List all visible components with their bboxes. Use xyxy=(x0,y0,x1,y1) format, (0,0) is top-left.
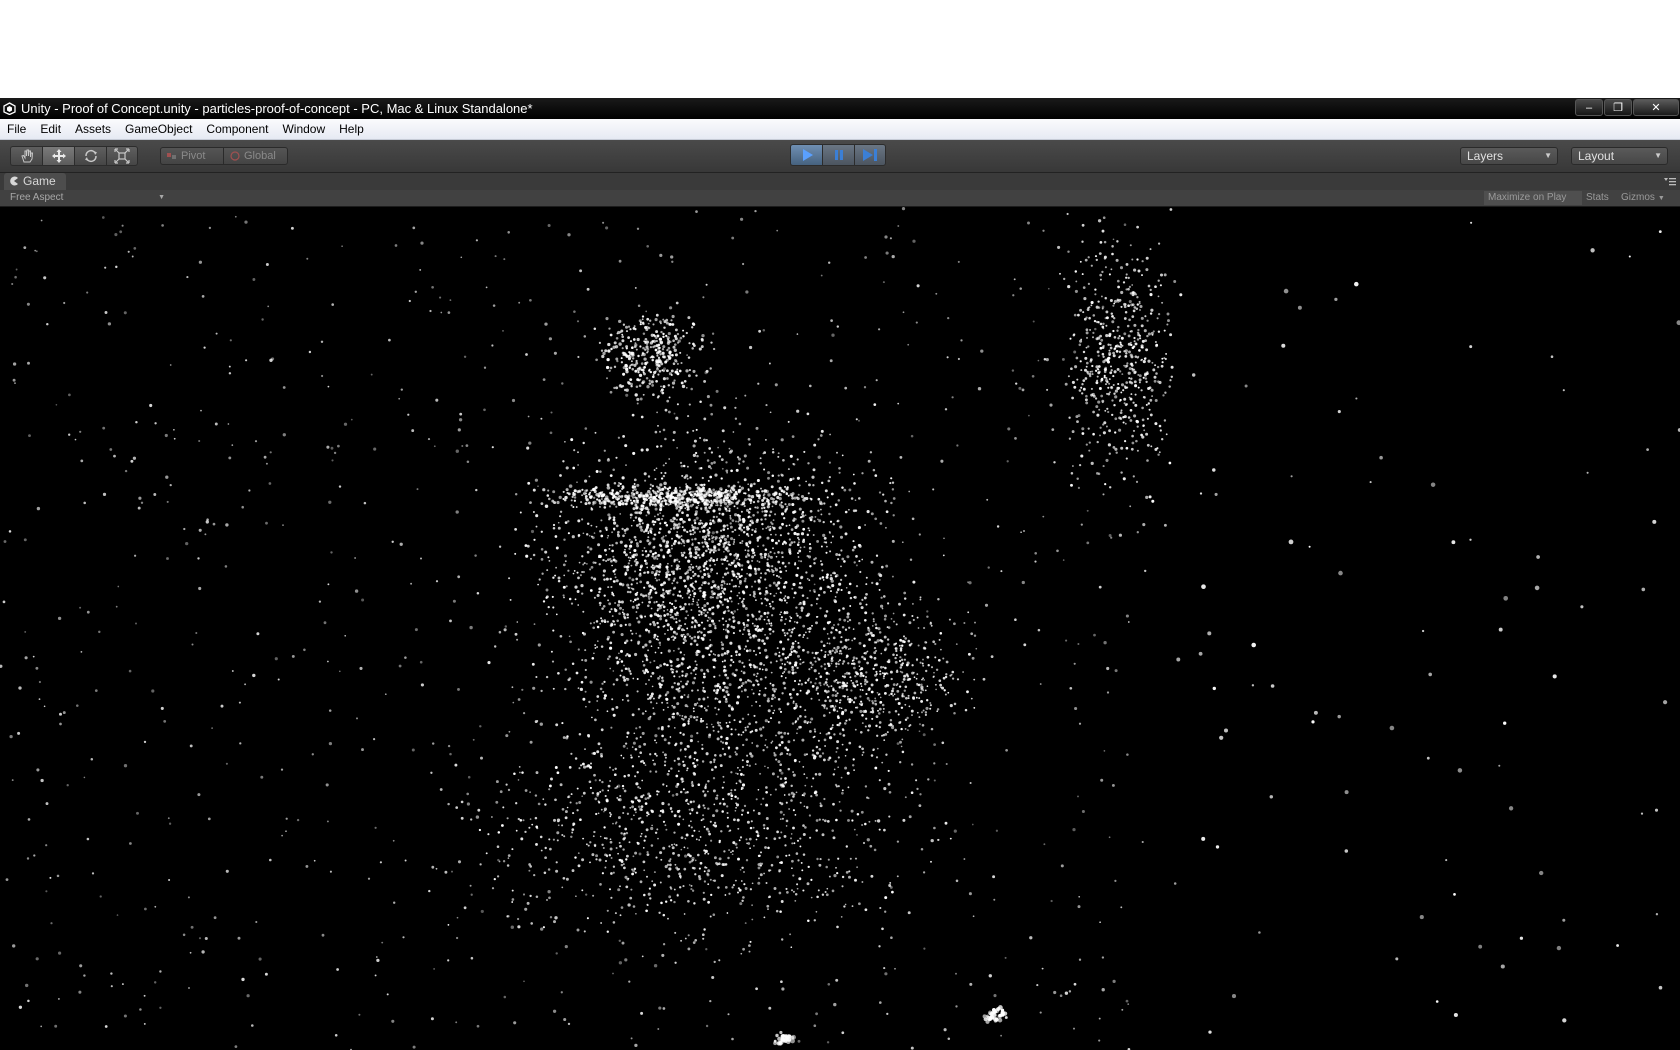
gizmos-toggle[interactable]: Gizmos ▼ xyxy=(1617,191,1677,205)
layout-label: Layout xyxy=(1578,149,1615,163)
panel-menu-icon[interactable] xyxy=(1664,177,1676,186)
playback-controls xyxy=(790,144,886,166)
pivot-icon xyxy=(167,153,176,159)
aspect-label: Free Aspect xyxy=(10,192,64,203)
play-icon xyxy=(802,149,813,161)
rotate-tool-button[interactable] xyxy=(74,146,106,166)
step-button[interactable] xyxy=(854,144,886,166)
menu-edit[interactable]: Edit xyxy=(33,119,68,139)
global-button[interactable]: Global xyxy=(224,147,288,165)
stats-toggle[interactable]: Stats xyxy=(1582,191,1615,205)
close-icon[interactable]: ✕ xyxy=(1633,99,1679,116)
layers-label: Layers xyxy=(1467,149,1504,163)
maximize-on-play-toggle[interactable]: Maximize on Play xyxy=(1484,191,1582,205)
layout-dropdown[interactable]: Layout ▼ xyxy=(1571,147,1668,165)
game-view-toolbar: Free Aspect ▼ Maximize on Play Stats Giz… xyxy=(0,190,1680,207)
scale-icon xyxy=(114,148,130,164)
game-view-viewport[interactable] xyxy=(0,207,1680,1050)
menu-bar: File Edit Assets GameObject Component Wi… xyxy=(0,119,1680,140)
step-icon xyxy=(863,149,877,161)
pause-button[interactable] xyxy=(822,144,854,166)
hand-icon xyxy=(20,149,33,163)
pacman-icon xyxy=(10,176,18,186)
play-button[interactable] xyxy=(790,144,822,166)
menu-file[interactable]: File xyxy=(0,119,33,139)
pivot-button[interactable]: Pivot xyxy=(160,147,224,165)
window-controls: – ❐ ✕ xyxy=(1575,98,1680,119)
chevron-down-icon: ▼ xyxy=(1544,151,1552,160)
pivot-toggle-group: Pivot Global xyxy=(160,147,288,165)
hand-tool-button[interactable] xyxy=(10,146,42,166)
menu-window[interactable]: Window xyxy=(275,119,332,139)
window-title: Unity - Proof of Concept.unity - particl… xyxy=(21,101,533,116)
tab-game-label: Game xyxy=(23,174,56,188)
transform-tools xyxy=(10,146,138,166)
menu-help[interactable]: Help xyxy=(332,119,371,139)
pivot-label: Pivot xyxy=(181,150,206,162)
move-tool-button[interactable] xyxy=(42,146,74,166)
window-titlebar[interactable]: Unity - Proof of Concept.unity - particl… xyxy=(0,98,1680,119)
restore-icon[interactable]: ❐ xyxy=(1604,99,1632,116)
global-icon xyxy=(230,151,240,161)
minimize-icon[interactable]: – xyxy=(1575,99,1603,116)
chevron-down-icon: ▼ xyxy=(1657,195,1665,202)
move-icon xyxy=(51,149,66,163)
aspect-dropdown[interactable]: Free Aspect ▼ xyxy=(10,190,165,206)
rotate-icon xyxy=(84,149,97,163)
chevron-down-icon: ▼ xyxy=(1654,151,1662,160)
particle-system-render xyxy=(0,207,1680,1050)
tab-game[interactable]: Game xyxy=(4,173,66,190)
menu-assets[interactable]: Assets xyxy=(68,119,118,139)
global-label: Global xyxy=(244,150,276,162)
desktop-blank-area xyxy=(0,0,1680,98)
layers-dropdown[interactable]: Layers ▼ xyxy=(1460,147,1558,165)
menu-component[interactable]: Component xyxy=(199,119,275,139)
scale-tool-button[interactable] xyxy=(106,146,138,166)
unity-logo-icon xyxy=(3,102,16,115)
panel-tab-bar: Game xyxy=(0,173,1680,191)
pause-icon xyxy=(834,150,843,160)
chevron-down-icon: ▼ xyxy=(158,194,165,201)
menu-gameobject[interactable]: GameObject xyxy=(118,119,199,139)
screen: Unity - Proof of Concept.unity - particl… xyxy=(0,0,1680,1050)
gizmos-label: Gizmos xyxy=(1621,192,1655,203)
